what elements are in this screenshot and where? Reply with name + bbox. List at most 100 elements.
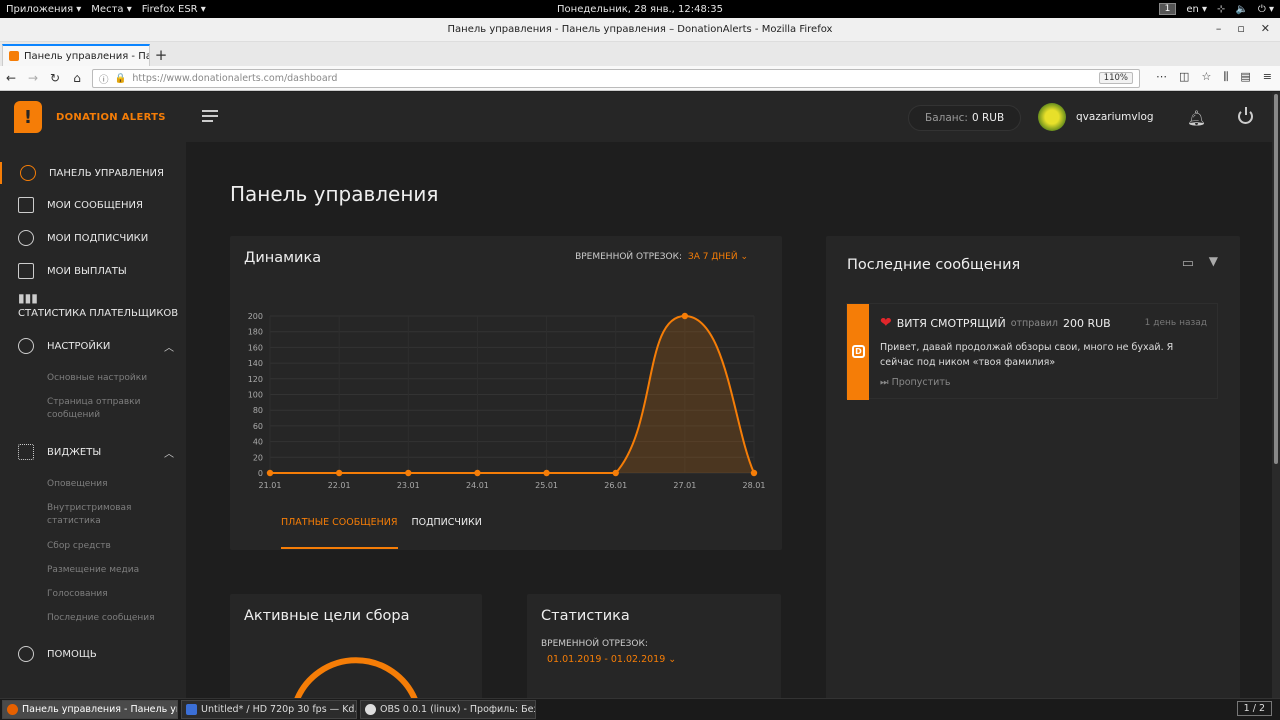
sidebar-item-settings[interactable]: Настройки ︿ [0,336,186,356]
tab-subscribers[interactable]: Подписчики [412,517,482,549]
y-tick-label: 20 [253,453,263,462]
forward-button[interactable]: → [22,71,44,85]
sidebar-item-subscribers[interactable]: Мои подписчики [0,228,186,248]
power-menu-icon[interactable]: ⏻ ▾ [1258,4,1274,15]
heart-icon: ❤ [880,315,892,331]
bell-icon[interactable]: 🔔︎ [1187,109,1206,127]
logout-icon[interactable] [1238,107,1253,124]
chart-tabs: Платные сообщения Подписчики [281,517,482,549]
filter-icon[interactable]: ▼ [1209,254,1218,268]
x-tick-label: 27.01 [673,481,696,490]
workspace-pager[interactable]: 1 / 2 [1236,701,1272,716]
workspace-indicator[interactable]: 1 [1158,3,1177,15]
url-bar[interactable]: ⓘ 🔒 https://www.donationalerts.com/dashb… [92,69,1140,88]
taskbar-item-kdenlive[interactable]: Untitled* / HD 720p 30 fps — Kd... [181,700,357,719]
donationalerts-icon: D [852,345,865,358]
firefox-menu[interactable]: Firefox ESR ▾ [142,4,206,15]
taskbar: Панель управления - Панель упр... Untitl… [0,698,1280,720]
maximize-icon[interactable]: ▫ [1237,22,1244,35]
system-top-bar: Приложения ▾ Места ▾ Firefox ESR ▾ Понед… [0,0,1280,18]
sidebar-item-help[interactable]: Помощь [0,644,186,664]
sidebar-subitem[interactable]: Оповещения [47,478,177,491]
back-button[interactable]: ← [0,71,22,85]
tab-paid-messages[interactable]: Платные сообщения [281,517,398,549]
sidebar-toggle-icon[interactable]: ▤ [1240,70,1250,84]
sidebar-subitem[interactable]: Внутристримовая статистика [47,502,177,528]
new-tab-button[interactable]: + [150,44,172,66]
bar-chart-icon: ▮▮▮ [18,291,38,305]
user-menu[interactable]: qvazariumvlog [1038,103,1154,131]
skip-button[interactable]: ⏭ Пропустить [880,377,950,388]
sidebar-item-payouts[interactable]: Мои выплаты [0,261,186,281]
close-icon[interactable]: ✕ [1261,22,1270,35]
taskbar-item-firefox[interactable]: Панель управления - Панель упр... [2,700,178,719]
browser-tab[interactable]: Панель управления - Па ✕ [2,44,150,66]
language-menu[interactable]: en ▾ [1186,4,1207,15]
scrollbar-thumb[interactable] [1274,94,1278,464]
favicon-icon [9,51,19,61]
sidebar-item-label: Настройки [47,340,111,352]
info-icon[interactable]: ⓘ [99,72,109,86]
goals-card: Активные цели сбора [230,594,482,698]
tab-label: Панель управления - Па [24,50,150,62]
hamburger-icon[interactable] [202,110,218,122]
sidebar-item-label: Мои выплаты [47,265,127,277]
sidebar-item-dashboard[interactable]: Панель управления [0,162,186,184]
sidebar-subitem[interactable]: Размещение медиа [47,564,177,577]
avatar [1038,103,1066,131]
grid-icon [18,444,34,460]
x-tick-label: 24.01 [466,481,489,490]
kdenlive-icon [186,704,197,715]
y-tick-label: 200 [248,312,263,321]
stats-period-value[interactable]: 01.01.2019 - 01.02.2019 ⌄ [547,654,676,665]
logo[interactable]: ! DONATION ALERTS [14,101,166,133]
task-label: OBS 0.0.1 (linux) - Профиль: Без... [380,704,536,715]
y-tick-label: 60 [253,422,263,431]
dynamics-card: Динамика Временной отрезок: За 7 дней ⌄ 0… [230,236,782,550]
sidebar-subitem[interactable]: Голосования [47,588,177,601]
brand-name: DONATION ALERTS [56,111,166,123]
url-path: /dashboard [283,73,338,84]
hamburger-menu-icon[interactable]: ≡ [1263,70,1272,84]
sidebar-subitem[interactable]: Сбор средств [47,540,177,553]
sidebar-item-label: Помощь [47,648,97,660]
dynamics-title: Динамика [244,250,322,266]
y-tick-label: 40 [253,438,263,447]
network-icon[interactable]: ⊹ [1217,4,1225,15]
x-tick-label: 21.01 [259,481,282,490]
chevron-up-icon[interactable]: ︿ [164,339,174,354]
period-label: Временной отрезок: [575,252,682,262]
page-scrollbar[interactable] [1272,92,1280,698]
places-menu[interactable]: Места ▾ [91,4,131,15]
period-value[interactable]: За 7 дней ⌄ [688,252,748,262]
y-tick-label: 0 [258,469,263,478]
applications-menu[interactable]: Приложения ▾ [6,4,81,15]
sidebar-item-payer-stats[interactable]: ▮▮▮ Статистика плательщиков [0,292,186,322]
message-time: 1 день назад [1144,318,1207,328]
taskbar-item-obs[interactable]: OBS 0.0.1 (linux) - Профиль: Без... [360,700,536,719]
cast-icon[interactable]: ▭ [1182,256,1194,271]
more-icon[interactable]: ⋯ [1156,70,1167,84]
sidebar-item-messages[interactable]: Мои сообщения [0,195,186,215]
bookmark-star-icon[interactable]: ☆ [1201,70,1211,84]
library-icon[interactable]: ⫼ [1223,70,1228,84]
sidebar-subitem[interactable]: Последние сообщения [47,612,177,625]
sidebar-item-widgets[interactable]: Виджеты ︿ [0,442,186,462]
reload-button[interactable]: ↻ [44,71,66,85]
main-content: Панель управления Динамика Временной отр… [186,142,1280,698]
message-source-bar: D [847,304,869,400]
home-button[interactable]: ⌂ [66,71,88,85]
sidebar-subitem[interactable]: Основные настройки [47,372,177,385]
volume-icon[interactable]: 🔈 [1235,4,1247,15]
chevron-up-icon[interactable]: ︿ [164,445,174,460]
balance-badge: Баланс: 0 RUB [908,105,1022,131]
pocket-icon[interactable]: ◫ [1179,70,1189,84]
minimize-icon[interactable]: – [1216,22,1222,35]
sidebar-subitem[interactable]: Страница отправки сообщений [47,396,177,422]
period-selector[interactable]: Временной отрезок: За 7 дней ⌄ [575,252,748,262]
message-item: D ❤ Витя смотрящий отправил 200 RUB 1 де… [846,303,1218,400]
x-tick-label: 22.01 [328,481,351,490]
zoom-indicator[interactable]: 110% [1098,72,1133,84]
data-point [543,469,550,477]
goal-progress-ring [294,657,418,698]
